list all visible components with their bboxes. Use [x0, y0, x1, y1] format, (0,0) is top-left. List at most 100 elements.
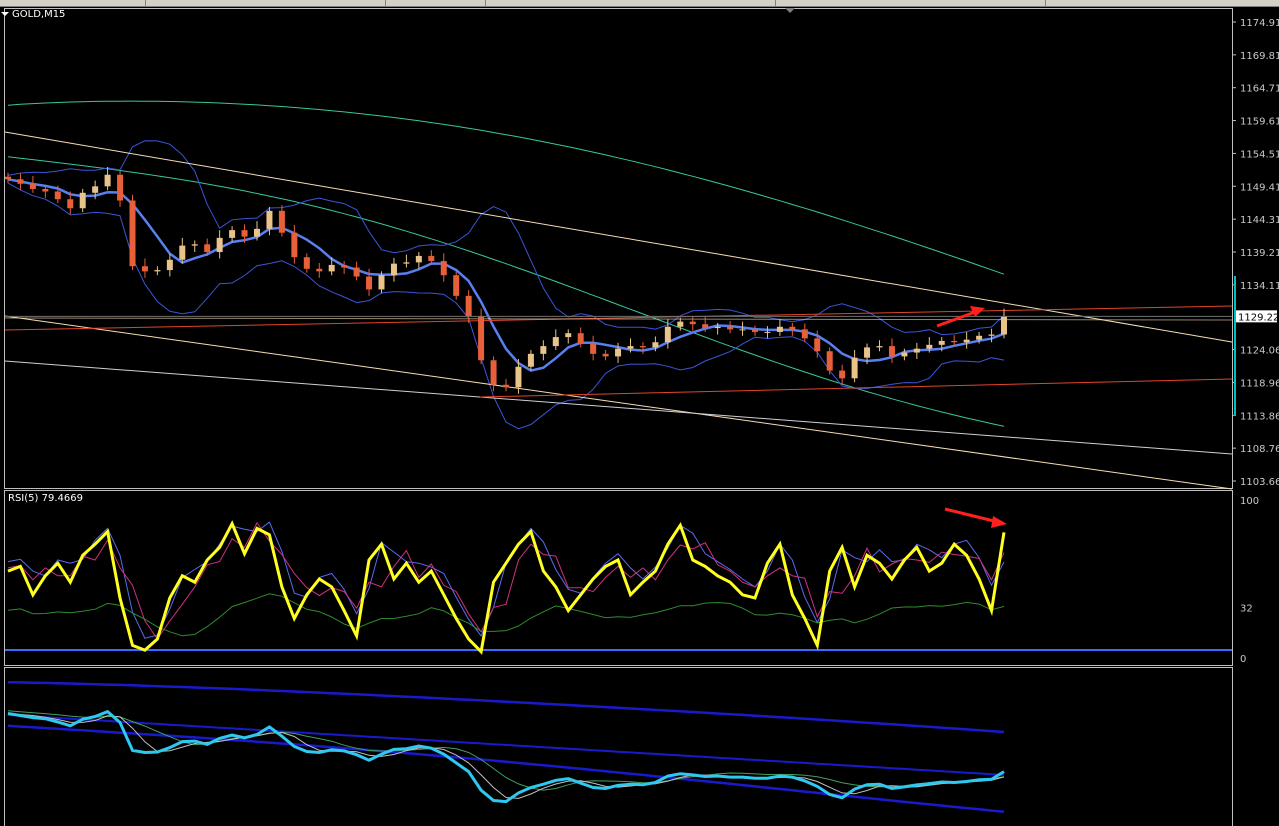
bollinger-lower-line	[7, 182, 1005, 430]
candle-body	[702, 324, 709, 329]
candle-body	[652, 342, 659, 348]
candle-body	[79, 192, 86, 209]
candle-body	[353, 267, 360, 277]
candle-body	[627, 346, 634, 349]
candle-body	[602, 353, 609, 357]
candle-body	[366, 276, 373, 290]
price-tick-label: 1159.61	[1240, 117, 1279, 128]
candle-body	[988, 334, 995, 336]
candle-body	[527, 353, 534, 367]
candle-body	[515, 366, 522, 388]
rsi-axis: 100 32 0	[1240, 496, 1259, 665]
candle-body	[378, 275, 385, 290]
candle-body	[104, 174, 111, 187]
candle-body	[403, 262, 410, 264]
candle-body	[341, 264, 348, 268]
rsi-main-line	[7, 520, 1006, 655]
candle-body	[478, 316, 485, 361]
candle-body	[689, 321, 696, 325]
candle-body	[291, 232, 298, 258]
chart-symbol-label: GOLD,M15	[12, 9, 65, 20]
candle-body	[254, 228, 260, 237]
candle-body	[503, 384, 509, 388]
candle-body	[839, 370, 846, 379]
candle-body	[5, 176, 11, 180]
support-line	[479, 378, 1233, 398]
candle-body	[117, 174, 124, 201]
main-pane-border	[4, 8, 1233, 489]
osc-middle-band	[7, 713, 1005, 776]
price-tick-label: 1139.21	[1240, 248, 1279, 259]
candle-body	[328, 264, 335, 272]
candle-body	[963, 339, 970, 343]
candle-body	[801, 329, 808, 339]
rsi-level-label: 0	[1240, 654, 1246, 665]
candle-body	[938, 340, 945, 345]
candle-body	[752, 329, 758, 332]
oscillator-indicator	[7, 680, 1005, 814]
candle-body	[976, 335, 983, 340]
candle-body	[415, 255, 422, 263]
candle-body	[54, 191, 61, 200]
price-tick-label: 1134.11	[1240, 281, 1279, 292]
candle-body	[216, 237, 223, 253]
price-tick-label: 1108.76	[1240, 444, 1279, 455]
candle-body	[951, 340, 958, 343]
candle-body	[92, 186, 99, 193]
candle-body	[789, 326, 796, 330]
price-tick-label: 1169.81	[1240, 51, 1279, 62]
candle-body	[851, 357, 858, 379]
chart-shift-marker-icon[interactable]	[785, 8, 795, 13]
annotation-arrows	[936, 306, 1007, 528]
candle-body	[154, 270, 161, 272]
candle-body	[29, 183, 36, 189]
candle-body	[1001, 316, 1007, 335]
candle-body	[714, 326, 721, 329]
price-tick-label: 1124.06	[1240, 346, 1279, 357]
price-tick-label: 1103.66	[1240, 477, 1279, 488]
candle-body	[540, 346, 547, 354]
candle-body	[266, 210, 273, 229]
up-arrow-annotation	[936, 309, 979, 328]
candle-body	[67, 199, 74, 209]
candle-body	[677, 321, 684, 327]
trend-line-channel	[4, 360, 1233, 455]
candle-body	[303, 257, 310, 269]
candle-body	[278, 210, 285, 233]
candlesticks	[5, 167, 1007, 394]
candle-body	[664, 326, 671, 343]
current-price-label: 1129.22	[1238, 312, 1279, 323]
candle-body	[727, 326, 734, 330]
main-overlays	[4, 100, 1233, 490]
rsi-signal-line-red	[7, 521, 1005, 640]
chevron-down-icon[interactable]	[1, 12, 9, 16]
price-axis: 1174.91 1169.81 1164.71 1159.61 1154.51 1149.…	[5, 18, 1279, 488]
candle-body	[229, 230, 236, 238]
candle-body	[615, 348, 622, 357]
candle-body	[888, 346, 895, 357]
osc-pane-border	[4, 667, 1233, 826]
rsi-indicator	[5, 520, 1232, 655]
rsi-level-label: 32	[1240, 603, 1253, 614]
rsi-signal-line-blue	[7, 521, 1005, 639]
chart-window[interactable]: 1174.91 1169.81 1164.71 1159.61 1154.51 1149.…	[0, 6, 1279, 826]
trend-line-lower	[4, 315, 1233, 490]
candle-body	[17, 179, 24, 184]
candle-body	[552, 337, 559, 347]
candle-body	[814, 338, 821, 352]
down-arrow-annotation	[944, 507, 999, 524]
price-tick-label: 1144.31	[1240, 215, 1279, 226]
candle-body	[565, 333, 572, 338]
price-tick-label: 1174.91	[1240, 18, 1279, 29]
osc-main-line	[7, 709, 1005, 804]
candle-body	[129, 200, 136, 267]
candle-body	[428, 255, 435, 262]
candle-body	[141, 266, 148, 272]
price-tick-label: 1149.41	[1240, 182, 1279, 193]
candle-body	[440, 261, 447, 276]
trend-line-upper	[4, 131, 1233, 343]
candle-body	[390, 263, 397, 276]
candle-body	[42, 188, 49, 192]
price-tick-label: 1113.86	[1240, 411, 1279, 422]
candle-body	[241, 230, 248, 237]
